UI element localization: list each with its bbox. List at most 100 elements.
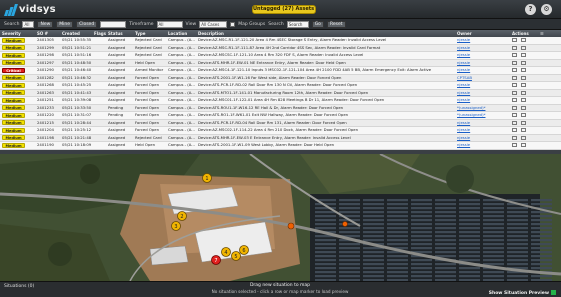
owner-link[interactable]: njessie [457, 127, 470, 132]
map-marker-critical[interactable]: 7 [211, 255, 221, 265]
owner-link[interactable]: njessie [457, 52, 470, 57]
help-icon[interactable]: ? [525, 4, 536, 15]
view-icon[interactable] [521, 143, 526, 147]
view-icon[interactable] [521, 120, 526, 125]
go-button[interactable]: Go [311, 20, 324, 28]
col-description[interactable]: Description [196, 30, 455, 37]
col-settings[interactable]: ☰ [538, 30, 561, 37]
owner-link[interactable]: njessie [455, 45, 510, 52]
blank-filter-input[interactable] [100, 20, 127, 28]
edit-icon[interactable] [512, 98, 517, 102]
owner-link[interactable]: njessie [457, 90, 470, 95]
view-icon[interactable] [521, 90, 526, 95]
owner-link[interactable]: njessie [455, 142, 510, 149]
col-type[interactable]: Type [133, 30, 166, 37]
view-icon[interactable] [521, 68, 526, 72]
owner-link[interactable]: *(unassigned)* [455, 112, 510, 119]
untagged-alert-badge[interactable]: Untagged (27) Assets (0) [252, 5, 316, 14]
edit-icon[interactable] [512, 105, 517, 110]
owner-link[interactable]: *(unassigned)* [457, 105, 485, 110]
edit-icon[interactable] [512, 83, 517, 87]
col-flags[interactable]: Flags [92, 30, 106, 37]
columns-icon[interactable]: ☰ [540, 31, 544, 36]
table-row[interactable]: Medium 2401220 05/21 10:31:07 Pending Forced… [0, 112, 561, 120]
settings-icon[interactable]: ⚙ [541, 4, 552, 15]
edit-icon[interactable] [512, 68, 517, 72]
col-status[interactable]: Status [106, 30, 133, 37]
table-row[interactable]: Medium 2401299 05/21 10:51:21 Assigned Rejec… [0, 44, 561, 52]
owner-link[interactable]: njessie [457, 45, 470, 50]
map-marker[interactable]: 4 [221, 247, 231, 257]
owner-link[interactable]: njessie [457, 135, 470, 140]
table-row[interactable]: Medium 2401190 05/21 10:18:09 Assigned Held … [0, 142, 561, 150]
owner-link[interactable]: njessie [455, 135, 510, 142]
view-icon[interactable] [521, 98, 526, 102]
map-marker[interactable]: 3 [171, 221, 181, 231]
col-id[interactable]: SO # [35, 30, 60, 37]
view-select[interactable]: All Cases [199, 20, 228, 28]
view-icon[interactable] [521, 83, 526, 87]
show-preview-toggle[interactable]: Show Situation Preview [489, 290, 556, 296]
preview-toggle-icon[interactable] [551, 290, 556, 295]
view-icon[interactable] [521, 53, 526, 57]
owner-link[interactable]: CPTSAB [457, 75, 472, 80]
col-severity[interactable]: Severity [0, 30, 35, 37]
reset-button[interactable]: Reset [326, 20, 346, 28]
view-icon[interactable] [521, 113, 526, 117]
timeframe-select[interactable]: All [156, 20, 183, 28]
edit-icon[interactable] [512, 135, 517, 140]
owner-link[interactable]: njessie [457, 82, 470, 87]
edit-icon[interactable] [512, 128, 517, 132]
owner-link[interactable]: njessie [455, 90, 510, 97]
view-icon[interactable] [521, 75, 526, 80]
owner-link[interactable]: njessie [455, 60, 510, 67]
view-icon[interactable] [521, 45, 526, 50]
map-marker[interactable]: 1 [202, 173, 212, 183]
search-input[interactable]: Search [286, 20, 309, 28]
closed-button[interactable]: Closed [76, 20, 98, 28]
view-icon[interactable] [521, 105, 526, 110]
search-scope-select[interactable]: All [22, 20, 35, 28]
view-icon[interactable] [521, 60, 526, 65]
map-marker[interactable]: 2 [177, 211, 187, 221]
edit-icon[interactable] [512, 90, 517, 95]
map-groups-checkbox[interactable] [230, 21, 236, 27]
edit-icon[interactable] [512, 113, 517, 117]
edit-icon[interactable] [512, 120, 517, 125]
edit-icon[interactable] [512, 60, 517, 65]
edit-icon[interactable] [512, 38, 517, 42]
owner-link[interactable]: njessie [455, 97, 510, 104]
owner-link[interactable]: njessie [457, 67, 470, 72]
mine-button[interactable]: Mine [56, 20, 74, 28]
col-created[interactable]: Created [60, 30, 92, 37]
table-row[interactable]: Medium 2401282 05/21 10:46:32 Assigned Force… [0, 74, 561, 82]
owner-link[interactable]: njessie [455, 37, 510, 44]
col-owner[interactable]: Owner [455, 30, 510, 37]
view-icon[interactable] [521, 128, 526, 132]
table-row[interactable]: Medium 2401297 05/21 10:48:50 Assigned Held … [0, 59, 561, 67]
owner-link[interactable]: njessie [455, 127, 510, 134]
table-row[interactable]: Medium 2401198 05/21 10:21:48 Assigned Rejec… [0, 134, 561, 142]
map-marker[interactable] [342, 221, 348, 227]
new-button[interactable]: New [37, 20, 54, 28]
owner-link[interactable]: *(unassigned)* [457, 112, 485, 117]
table-row[interactable]: Critical 2401290 05/21 10:46:40 Assigned Arm… [0, 67, 561, 75]
owner-link[interactable]: njessie [457, 142, 470, 147]
edit-icon[interactable] [512, 53, 517, 57]
map-marker[interactable]: 5 [231, 251, 241, 261]
edit-icon[interactable] [512, 143, 517, 147]
map-marker[interactable] [287, 222, 295, 230]
table-row[interactable]: Medium 2401204 05/21 10:25:12 Assigned Force… [0, 127, 561, 135]
table-row[interactable]: Medium 2401251 05/21 10:39:08 Assigned Force… [0, 97, 561, 105]
table-row[interactable]: Medium 2401298 05/21 10:51:16 Assigned Rejec… [0, 52, 561, 60]
table-row[interactable]: Medium 2401263 05/21 10:41:43 Assigned Force… [0, 89, 561, 97]
table-row[interactable]: Medium 2401233 05/21 10:33:50 Pending Forced… [0, 104, 561, 112]
table-row[interactable]: Medium 2401215 05/21 10:28:44 Assigned Force… [0, 119, 561, 127]
owner-link[interactable]: njessie [455, 67, 510, 74]
owner-link[interactable]: njessie [457, 120, 470, 125]
view-icon[interactable] [521, 38, 526, 42]
drop-zone[interactable]: Drag new situation to map No situation s… [140, 283, 420, 295]
col-location[interactable]: Location [166, 30, 196, 37]
satellite-map[interactable]: 1 2 3 4 5 6 7 [0, 154, 561, 281]
owner-link[interactable]: njessie [455, 120, 510, 127]
